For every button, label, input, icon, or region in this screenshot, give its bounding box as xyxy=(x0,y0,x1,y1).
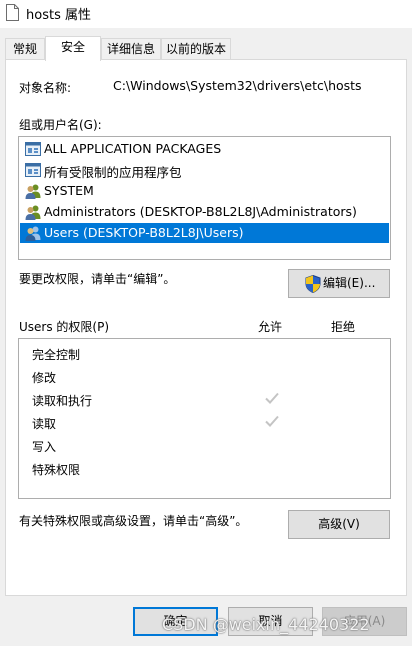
permission-name: 修改 xyxy=(32,371,57,385)
watermark-text: CSDN @weixin_44240322 xyxy=(162,615,370,634)
object-name-value: C:\Windows\System32\drivers\etc\hosts xyxy=(113,78,362,93)
list-item-all-application-packages[interactable]: ALL APPLICATION PACKAGES xyxy=(20,139,389,159)
list-item-label: SYSTEM xyxy=(44,183,94,198)
users-icon xyxy=(25,205,41,220)
advanced-hint-text: 有关特殊权限或高级设置，请单击“高级”。 xyxy=(19,514,248,528)
permission-row-write: 写入 xyxy=(19,434,390,457)
uac-shield-icon xyxy=(305,275,321,293)
list-item-label: 所有受限制的应用程序包 xyxy=(44,165,182,180)
checkmark-icon xyxy=(265,392,279,404)
permission-name: 读取和执行 xyxy=(32,394,93,408)
permission-row-read: 读取 xyxy=(19,411,390,434)
checkmark-icon xyxy=(265,415,279,427)
list-item-restricted-app-packages[interactable]: 所有受限制的应用程序包 xyxy=(20,160,389,180)
permission-row-full-control: 完全控制 xyxy=(19,342,390,365)
object-name-label: 对象名称: xyxy=(19,81,72,95)
list-item-label: Administrators (DESKTOP-B8L2L8J\Administ… xyxy=(44,204,357,219)
permission-row-modify: 修改 xyxy=(19,365,390,388)
permission-name: 写入 xyxy=(32,440,57,454)
permission-row-special: 特殊权限 xyxy=(19,457,390,480)
allow-column-header: 允许 xyxy=(258,320,283,334)
permissions-list[interactable]: 完全控制 修改 读取和执行 读取 写入 特殊权限 xyxy=(18,338,391,499)
edit-hint-text: 要更改权限，请单击“编辑”。 xyxy=(19,272,176,286)
permissions-label: Users 的权限(P) xyxy=(19,320,110,334)
advanced-button[interactable]: 高级(V) xyxy=(288,510,390,539)
groups-label: 组或用户名(G): xyxy=(19,118,102,132)
panel-content: 对象名称: C:\Windows\System32\drivers\etc\ho… xyxy=(0,0,412,646)
list-item-users[interactable]: Users (DESKTOP-B8L2L8J\Users) xyxy=(20,223,389,243)
group-user-list[interactable]: ALL APPLICATION PACKAGES 所有受限制的应用程序包 SYS… xyxy=(18,136,391,260)
permission-name: 完全控制 xyxy=(32,348,81,362)
list-item-label: ALL APPLICATION PACKAGES xyxy=(44,141,222,156)
permission-name: 特殊权限 xyxy=(32,463,81,477)
users-icon xyxy=(25,184,41,199)
edit-button-label: 编辑(E)... xyxy=(323,276,376,290)
list-item-label: Users (DESKTOP-B8L2L8J\Users) xyxy=(44,225,244,240)
package-icon xyxy=(25,163,41,177)
permission-row-read-execute: 读取和执行 xyxy=(19,388,390,411)
permission-name: 读取 xyxy=(32,417,57,431)
list-item-administrators[interactable]: Administrators (DESKTOP-B8L2L8J\Administ… xyxy=(20,202,389,222)
package-icon xyxy=(25,142,41,156)
deny-column-header: 拒绝 xyxy=(331,320,356,334)
users-icon xyxy=(25,226,41,241)
edit-button[interactable]: 编辑(E)... xyxy=(288,269,390,298)
list-item-system[interactable]: SYSTEM xyxy=(20,181,389,201)
